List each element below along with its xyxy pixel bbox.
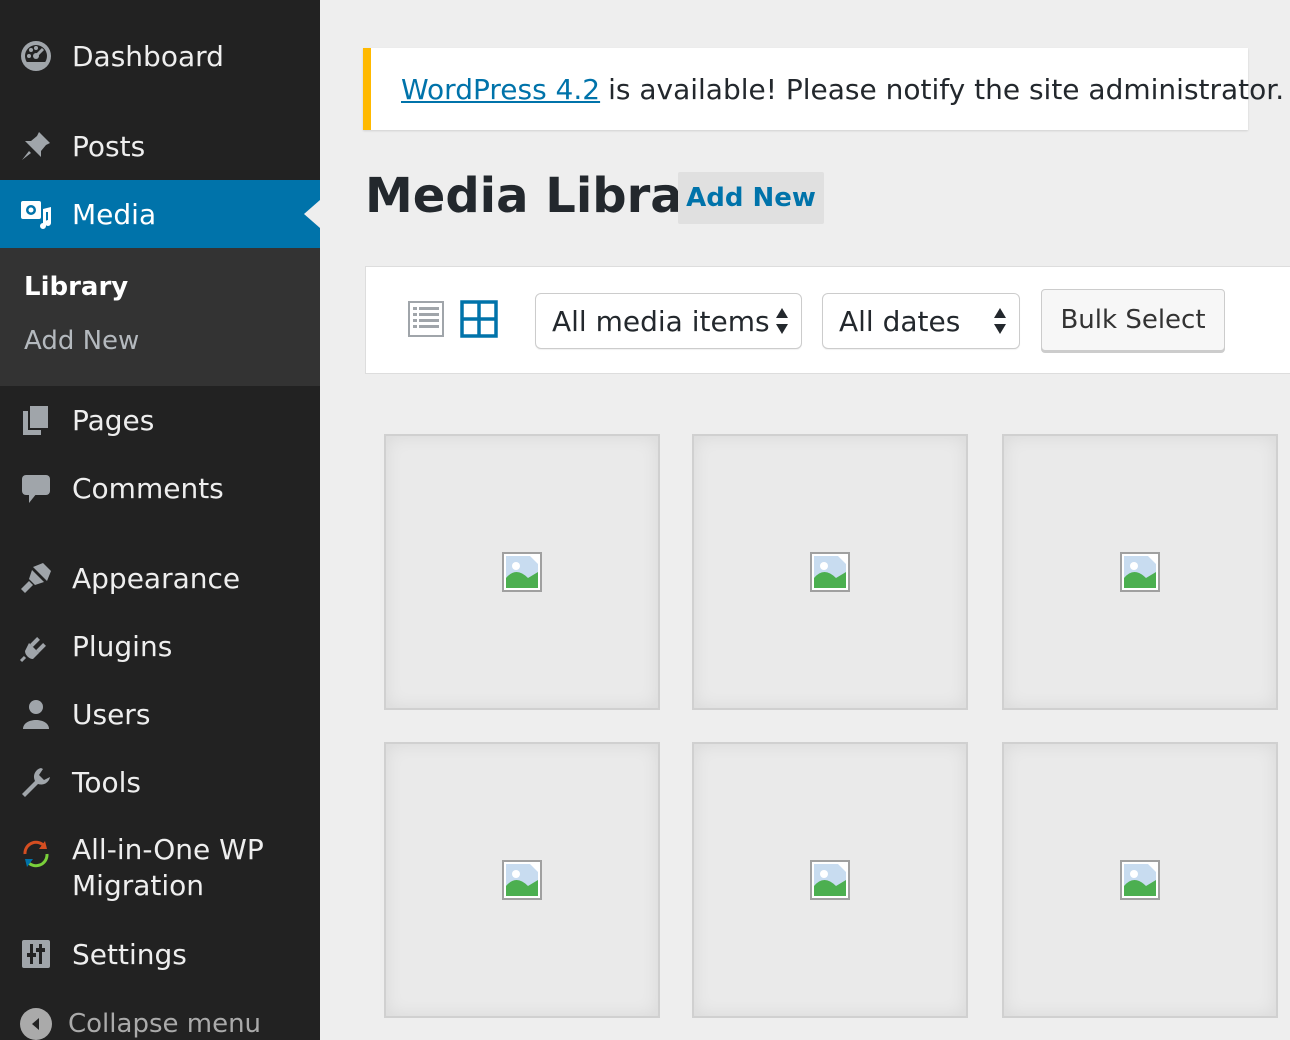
media-item[interactable] [1002,434,1278,710]
sidebar-item-appearance[interactable]: Appearance [0,550,320,606]
wp-admin-window: Dashboard Posts Media Library Add New Pa… [0,0,1290,1040]
sidebar-item-label: Pages [72,403,155,437]
media-type-filter-value: All media items [552,304,770,338]
media-item[interactable] [692,742,968,1018]
sidebar-item-label: Media [72,197,157,231]
admin-sidebar: Dashboard Posts Media Library Add New Pa… [0,0,320,1040]
sidebar-item-posts[interactable]: Posts [0,118,320,174]
dashboard-icon [18,38,54,74]
pages-icon [18,402,54,438]
select-arrows-icon [775,306,789,336]
broken-image-icon [1120,860,1160,900]
sidebar-item-dashboard[interactable]: Dashboard [0,28,320,84]
sidebar-item-tools[interactable]: Tools [0,754,320,810]
notice-message: is available! Please notify the site adm… [608,72,1285,106]
sidebar-item-comments[interactable]: Comments [0,460,320,516]
sidebar-item-label: Tools [72,765,141,799]
broken-image-icon [810,552,850,592]
broken-image-icon [502,552,542,592]
broken-image-icon [1120,552,1160,592]
media-item[interactable] [692,434,968,710]
user-icon [18,696,54,732]
update-notice: WordPress 4.2 is available! Please notif… [363,48,1284,130]
plug-icon [18,628,54,664]
sidebar-item-label: Users [72,697,151,731]
submenu-item-library[interactable]: Library [24,272,128,302]
add-new-button[interactable]: Add New [678,172,824,224]
sidebar-item-label: All-in-One WP Migration [72,833,264,902]
migration-icon [18,836,54,872]
media-item[interactable] [384,742,660,1018]
date-filter-value: All dates [839,304,961,338]
grid-view-icon[interactable] [460,300,498,338]
sidebar-item-label: Posts [72,129,146,163]
settings-icon [18,936,54,972]
media-icon [18,196,54,232]
wrench-icon [18,764,54,800]
update-link[interactable]: WordPress 4.2 [401,73,600,106]
media-submenu: Library Add New [0,248,320,386]
sidebar-item-label: Settings [72,937,187,971]
collapse-menu-button[interactable]: Collapse menu [0,996,320,1040]
comment-icon [18,470,54,506]
pin-icon [18,128,54,164]
sidebar-item-users[interactable]: Users [0,686,320,742]
bulk-select-button[interactable]: Bulk Select [1041,289,1225,351]
sidebar-item-label: Plugins [72,629,173,663]
sidebar-item-plugins[interactable]: Plugins [0,618,320,674]
sidebar-item-label: Comments [72,471,224,505]
sidebar-item-pages[interactable]: Pages [0,392,320,448]
submenu-item-add-new[interactable]: Add New [24,326,139,356]
date-filter[interactable]: All dates [822,293,1020,349]
media-item[interactable] [1002,742,1278,1018]
sidebar-item-all-in-one-wp-migration[interactable]: All-in-One WP Migration [0,828,320,908]
collapse-icon [18,1006,54,1040]
sidebar-item-label: Appearance [72,561,241,595]
select-arrows-icon [993,306,1007,336]
sidebar-item-media[interactable]: Media [0,180,320,248]
broken-image-icon [810,860,850,900]
media-type-filter[interactable]: All media items [535,293,802,349]
brush-icon [18,560,54,596]
media-toolbar: All media items All dates Bulk Select [365,266,1290,374]
list-view-icon[interactable] [408,301,444,337]
collapse-menu-label: Collapse menu [68,1009,262,1039]
broken-image-icon [502,860,542,900]
media-item[interactable] [384,434,660,710]
sidebar-item-label: Dashboard [72,39,224,73]
sidebar-item-settings[interactable]: Settings [0,926,320,982]
